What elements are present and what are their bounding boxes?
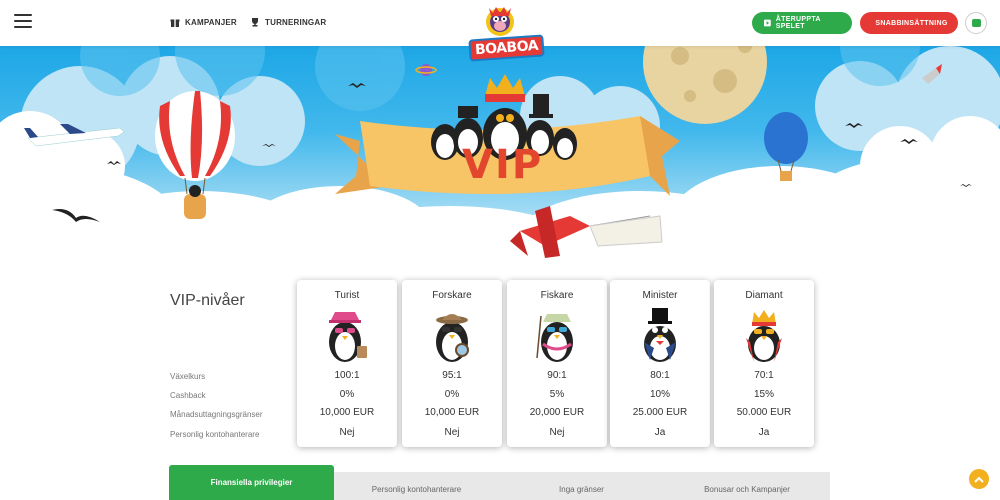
nav-campaigns-link[interactable]: KAMPANJER [170,17,237,27]
tier-account-manager: Nej [339,427,355,438]
tier-monthly-limit: 25.000 EUR [632,407,688,418]
tab-bonuses-campaigns[interactable]: Bonusar och Kampanjer [664,472,830,500]
quick-deposit-button[interactable]: SNABBINSÄTTNING [860,12,958,34]
tier-account-manager: Nej [444,427,460,438]
chat-icon [971,19,981,27]
tier-account-manager: Ja [758,427,770,438]
tier-exchange-rate: 70:1 [754,370,774,381]
row-label-exchange-rate: Växelkurs [170,372,206,381]
scroll-to-top-button[interactable] [969,469,989,489]
tier-name: Turist [334,290,360,301]
gorilla-logo-icon [486,7,514,36]
tier-name: Forskare [432,290,472,301]
nav-tournaments-link[interactable]: TURNERINGAR [250,17,326,27]
tier-card-forskare: Forskare 95:1 0% 10,000 EUR Nej [402,280,502,447]
tier-cashback: 10% [649,389,670,400]
nav-tournaments-label: TURNERINGAR [265,17,327,27]
minister-penguin-icon [644,308,676,362]
tier-exchange-rate: 90:1 [547,370,567,381]
tourist-penguin-icon [329,312,367,362]
quick-deposit-label: SNABBINSÄTTNING [875,19,948,27]
moon-icon [643,46,767,124]
hamburger-menu-icon[interactable] [14,14,32,28]
row-label-account-manager: Personlig kontohanterare [170,430,260,439]
tier-account-manager: Ja [654,427,666,438]
vip-levels-title: VIP-nivåer [170,292,245,309]
top-header: KAMPANJER TURNERINGAR BOABOA ÅTERUPPTA S… [0,0,1000,62]
vip-hero-banner: VIP [0,46,1000,260]
chat-button[interactable] [965,12,987,34]
row-label-monthly-limit: Månadsuttagningsgränser [170,410,263,419]
chevron-up-icon [974,476,984,483]
tab-personal-account-manager[interactable]: Personlig kontohanterare [334,472,499,500]
tier-cashback: 0% [339,389,355,400]
row-label-cashback: Cashback [170,391,206,400]
nav-campaigns-label: KAMPANJER [185,17,237,27]
tier-cashback: 5% [549,389,565,400]
tier-card-fiskare: Fiskare 90:1 5% 20,000 EUR Nej [507,280,607,447]
tier-account-manager: Nej [549,427,565,438]
tier-cashback: 0% [444,389,460,400]
tier-name: Fiskare [540,290,574,301]
boaboa-logo[interactable]: BOABOA [463,0,545,62]
trophy-icon [252,18,258,27]
resume-game-button[interactable]: ÅTERUPPTA SPELET [752,12,852,34]
gift-icon [170,19,180,27]
tier-monthly-limit: 20,000 EUR [529,407,585,418]
fisher-penguin-icon [536,314,573,362]
resume-game-label: ÅTERUPPTA SPELET [775,16,821,30]
tier-exchange-rate: 95:1 [442,370,462,381]
tier-name: Minister [642,290,678,301]
tab-no-limits[interactable]: Inga gränser [499,472,664,500]
tier-exchange-rate: 80:1 [650,370,670,381]
tier-monthly-limit: 50.000 EUR [736,407,792,418]
tier-monthly-limit: 10,000 EUR [319,407,375,418]
explorer-penguin-icon [436,314,469,362]
planet-icon [415,64,437,76]
tab-financial-privileges[interactable]: Finansiella privilegier [169,465,334,500]
tier-name: Diamant [745,290,783,301]
play-icon [764,19,771,27]
tier-exchange-rate: 100:1 [334,370,360,381]
tier-monthly-limit: 10,000 EUR [424,407,480,418]
tier-card-minister: Minister 80:1 10% 25.000 EUR Ja [610,280,710,447]
tier-card-diamant: Diamant 70:1 15% 50.000 EUR Ja [714,280,814,447]
tier-cashback: 15% [753,389,774,400]
king-penguin-icon [746,310,782,362]
logo-wordmark: BOABOA [468,34,545,62]
tier-card-turist: Turist 100:1 0% 10,000 EUR Nej [297,280,397,447]
vip-banner-text: VIP [462,142,544,188]
